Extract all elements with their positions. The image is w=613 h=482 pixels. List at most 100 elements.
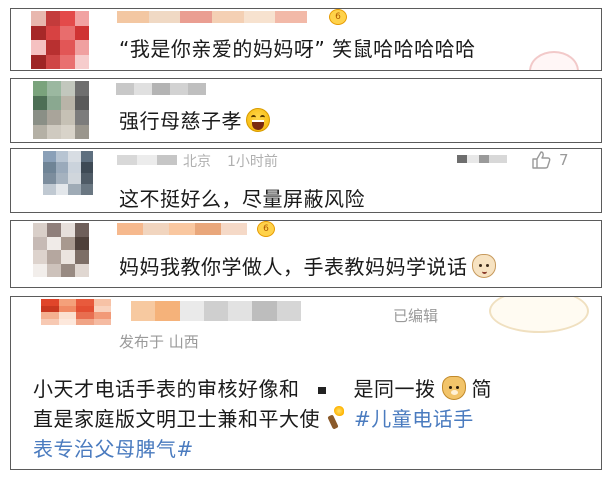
username-pixel <box>143 223 169 235</box>
avatar[interactable] <box>31 11 89 69</box>
avatar-pixel <box>61 124 75 139</box>
avatar-pixel <box>68 184 81 195</box>
avatar-pixel <box>43 151 56 162</box>
avatar-pixel <box>93 318 111 325</box>
avatar-pixel <box>80 151 93 162</box>
redaction-mark <box>317 387 326 394</box>
hashtag-link[interactable]: #儿童电话手 <box>354 407 474 431</box>
username-pixel <box>275 11 307 23</box>
comment-text-line-2: 直是家庭版文明卫士兼和平大使 #儿童电话手 <box>33 403 474 432</box>
comment-text: 强行母慈子孝 <box>119 105 270 134</box>
cat-emoji-icon <box>471 254 496 278</box>
comment-text-segment: 小天才电话手表的审核好像和 <box>33 377 300 401</box>
username-pixel <box>211 11 244 23</box>
comment-location: 北京 <box>183 154 211 170</box>
username-pixel <box>117 155 137 165</box>
avatar-pixel <box>31 54 46 69</box>
avatar-pixel <box>33 250 47 264</box>
avatar-pixel <box>61 95 75 110</box>
comment-text-line-3: 表专治父母脾气# <box>33 433 194 462</box>
avatar-pixel <box>75 95 89 110</box>
avatar-pixel <box>75 81 89 96</box>
avatar-pixel <box>68 151 81 162</box>
comment-text-segment: 直是家庭版文明卫士兼和平大使 <box>33 407 320 431</box>
username-pixel <box>221 223 247 235</box>
torch-emoji-icon <box>326 406 346 430</box>
avatar[interactable] <box>43 151 93 195</box>
username-pixel <box>156 155 177 165</box>
hashtag-link[interactable]: 表专治父母脾气# <box>33 437 194 461</box>
avatar[interactable] <box>33 81 89 139</box>
avatar-pixel <box>47 263 61 277</box>
comment-screenshot-canvas: 6 “我是你亲爱的妈妈呀” 笑鼠哈哈哈哈哈 强行母慈子孝 北京 1小时前 7 这… <box>0 0 613 482</box>
avatar-pixel <box>55 173 68 184</box>
more-actions-blurred[interactable] <box>457 155 507 163</box>
avatar-pixel <box>61 250 75 264</box>
avatar[interactable] <box>33 223 89 277</box>
username-blurred[interactable] <box>117 155 177 165</box>
avatar-pixel <box>47 250 61 264</box>
avatar-pixel <box>80 173 93 184</box>
avatar-pixel <box>33 223 47 237</box>
decoration-sticker <box>529 51 579 70</box>
username-blurred[interactable] <box>131 301 301 321</box>
username-pixel <box>179 301 204 321</box>
comment-location: 发布于 山西 <box>119 333 199 351</box>
username-pixel <box>152 83 170 95</box>
avatar-pixel <box>41 318 59 325</box>
avatar-pixel <box>55 151 68 162</box>
comment-text: “我是你亲爱的妈妈呀” 笑鼠哈哈哈哈哈 <box>119 37 476 61</box>
avatar-pixel <box>33 263 47 277</box>
avatar-pixel <box>61 223 75 237</box>
username-pixel <box>134 83 152 95</box>
avatar-pixel <box>76 318 94 325</box>
comment-text-segment: 是同一拨 <box>353 377 436 401</box>
username-blurred[interactable] <box>117 11 307 23</box>
edited-label: 已编辑 <box>393 307 439 325</box>
avatar-pixel <box>47 236 61 250</box>
avatar-pixel <box>60 54 75 69</box>
username-pixel <box>155 301 180 321</box>
comment-card-1[interactable]: 6 “我是你亲爱的妈妈呀” 笑鼠哈哈哈哈哈 <box>10 8 602 71</box>
username-pixel <box>116 83 134 95</box>
avatar-pixel <box>74 54 89 69</box>
comment-card-3[interactable]: 北京 1小时前 7 这不挺好么，尽量屏蔽风险 <box>10 148 602 213</box>
comment-text: 妈妈我教你学做人，手表教妈妈学说话 <box>119 251 496 280</box>
comment-text-label: 强行母慈子孝 <box>119 109 242 133</box>
avatar-pixel <box>45 11 60 26</box>
avatar-pixel <box>80 184 93 195</box>
avatar-pixel <box>60 11 75 26</box>
avatar[interactable] <box>41 299 111 325</box>
avatar-pixel <box>75 236 89 250</box>
avatar-pixel <box>45 54 60 69</box>
comment-card-2[interactable]: 强行母慈子孝 <box>10 78 602 143</box>
username-blurred[interactable] <box>117 223 247 235</box>
username-blurred[interactable] <box>116 83 206 95</box>
comment-card-5[interactable]: 已编辑 发布于 山西 小天才电话手表的审核好像和 是同一拨 简 直是家庭版文明卫士兼… <box>10 296 602 470</box>
username-pixel <box>180 11 212 23</box>
avatar-pixel <box>74 25 89 40</box>
avatar-pixel <box>47 110 61 125</box>
avatar-pixel <box>43 184 56 195</box>
avatar-pixel <box>60 40 75 55</box>
avatar-pixel <box>58 318 76 325</box>
avatar-pixel <box>61 110 75 125</box>
username-pixel <box>195 223 221 235</box>
comment-text-label: 妈妈我教你学做人，手表教妈妈学说话 <box>119 255 468 279</box>
thumbs-up-icon[interactable] <box>531 151 551 169</box>
avatar-pixel <box>31 40 46 55</box>
username-pixel <box>170 83 188 95</box>
avatar-pixel <box>55 184 68 195</box>
avatar-pixel <box>68 173 81 184</box>
laugh-emoji-icon <box>246 108 270 132</box>
avatar-pixel <box>75 263 89 277</box>
avatar-pixel <box>45 40 60 55</box>
avatar-pixel <box>47 124 61 139</box>
comment-card-4[interactable]: 6 妈妈我教你学做人，手表教妈妈学说话 <box>10 220 602 288</box>
username-pixel <box>117 11 149 23</box>
username-pixel <box>117 223 143 235</box>
username-pixel <box>136 155 157 165</box>
comment-text: 这不挺好么，尽量屏蔽风险 <box>119 187 365 211</box>
avatar-pixel <box>55 162 68 173</box>
username-pixel <box>131 301 156 321</box>
